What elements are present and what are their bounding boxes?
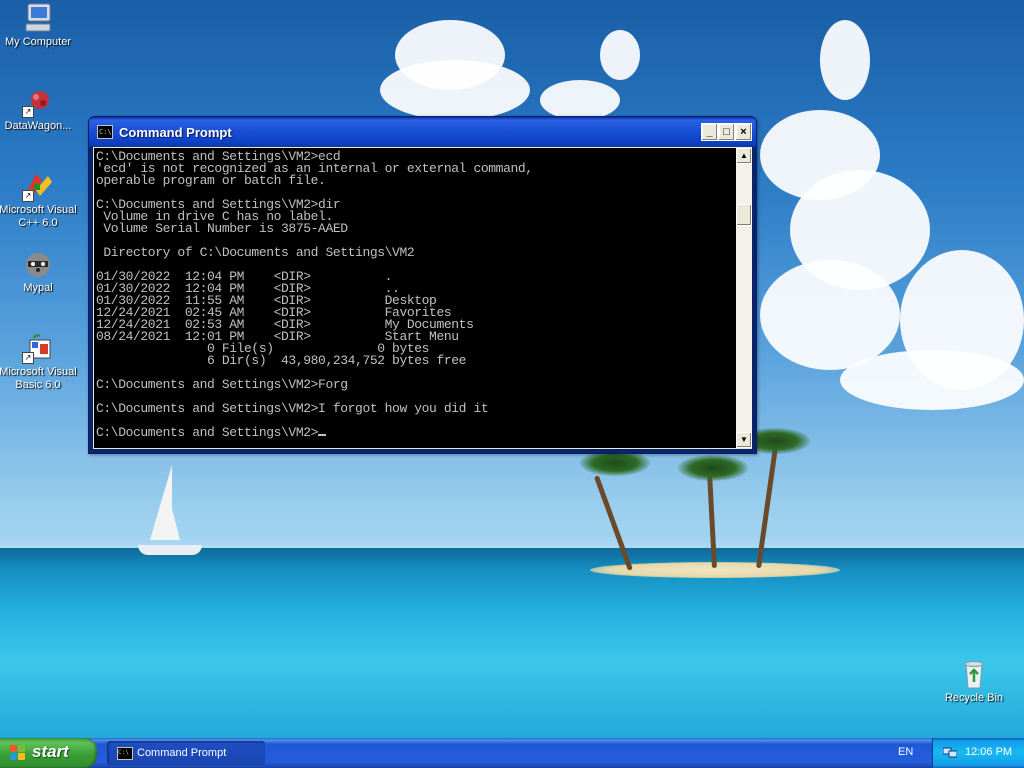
console-line: C:\Documents and Settings\VM2>I forgot h…	[96, 401, 489, 416]
cloud	[820, 20, 870, 100]
sailboat-hull	[138, 545, 202, 555]
command-prompt-window[interactable]: C:\ Command Prompt _ □ × C:\Documents an…	[88, 116, 757, 454]
clock[interactable]: 12:06 PM	[965, 746, 1012, 758]
visual-cpp-icon: ↗	[22, 170, 54, 202]
console-icon: C:\	[97, 125, 113, 139]
scroll-up-arrow-icon[interactable]: ▲	[736, 148, 752, 164]
vertical-scrollbar[interactable]: ▲ ▼	[736, 148, 752, 448]
sailboat-sail	[166, 485, 180, 540]
visual-basic-icon: ↗	[22, 332, 54, 364]
my-computer-icon	[22, 2, 54, 34]
desktop-icon-label: Microsoft Visual Basic 6.0	[0, 366, 77, 391]
datawagon-icon: ↗	[22, 86, 54, 118]
desktop-icon-recycle-bin[interactable]: Recycle Bin	[932, 658, 1016, 705]
language-indicator[interactable]: EN	[898, 746, 913, 758]
shortcut-arrow-icon: ↗	[22, 190, 34, 202]
scrollbar-thumb[interactable]	[736, 204, 752, 226]
taskbar-button-label: Command Prompt	[137, 747, 227, 759]
system-tray: 12:06 PM	[932, 738, 1024, 768]
cloud	[600, 30, 640, 80]
desktop-icon-label: My Computer	[4, 36, 72, 48]
windows-flag-icon	[10, 745, 26, 761]
cloud	[380, 60, 530, 120]
desktop-icon-my-computer[interactable]: My Computer	[0, 2, 80, 49]
console-line: C:\Documents and Settings\VM2>	[96, 425, 319, 440]
console-line: Directory of C:\Documents and Settings\V…	[96, 245, 415, 260]
desktop-icon-visual-cpp[interactable]: ↗ Microsoft Visual C++ 6.0	[0, 170, 80, 230]
console-line: Volume Serial Number is 3875-AAED	[96, 221, 348, 236]
window-client-area: C:\Documents and Settings\VM2>ecd 'ecd' …	[93, 147, 752, 449]
start-label: start	[32, 742, 69, 761]
console-output[interactable]: C:\Documents and Settings\VM2>ecd 'ecd' …	[94, 148, 736, 448]
window-titlebar[interactable]: C:\ Command Prompt _ □ ×	[89, 117, 756, 147]
console-line: 6 Dir(s) 43,980,234,752 bytes free	[96, 353, 467, 368]
maximize-button[interactable]: □	[718, 123, 735, 141]
mypal-raccoon-icon	[22, 248, 54, 280]
shortcut-arrow-icon: ↗	[22, 106, 34, 118]
desktop-icon-label: Microsoft Visual C++ 6.0	[0, 204, 77, 229]
console-text: C:\Documents and Settings\VM2>ecd 'ecd' …	[94, 148, 736, 439]
taskbar: start C:\ Command Prompt EN 12:06 PM	[0, 738, 1024, 768]
start-button[interactable]: start	[0, 738, 97, 768]
desktop-icon-label: DataWagon...	[4, 120, 72, 132]
desktop-icon-label: Recycle Bin	[944, 692, 1004, 704]
recycle-bin-icon	[958, 658, 990, 690]
close-button[interactable]: ×	[735, 123, 752, 141]
console-line: operable program or batch file.	[96, 173, 326, 188]
cloud	[840, 350, 1024, 410]
taskbar-button-command-prompt[interactable]: C:\ Command Prompt	[107, 741, 265, 765]
minimize-button[interactable]: _	[701, 123, 718, 141]
console-line: C:\Documents and Settings\VM2>Forg	[96, 377, 348, 392]
console-icon: C:\	[117, 747, 133, 760]
cloud	[540, 80, 620, 120]
palm-leaves	[678, 455, 748, 481]
desktop-icon-datawagon[interactable]: ↗ DataWagon...	[0, 86, 80, 133]
desktop-icon-mypal[interactable]: Mypal	[0, 248, 80, 295]
desktop-icon-visual-basic[interactable]: ↗ Microsoft Visual Basic 6.0	[0, 332, 80, 392]
desktop-icon-label: Mypal	[23, 282, 53, 294]
sea	[0, 548, 1024, 738]
scroll-down-arrow-icon[interactable]: ▼	[736, 432, 752, 448]
window-title: Command Prompt	[119, 125, 232, 140]
text-cursor	[318, 434, 327, 436]
network-icon[interactable]	[942, 746, 958, 758]
shortcut-arrow-icon: ↗	[22, 352, 34, 364]
cloud	[760, 260, 900, 370]
